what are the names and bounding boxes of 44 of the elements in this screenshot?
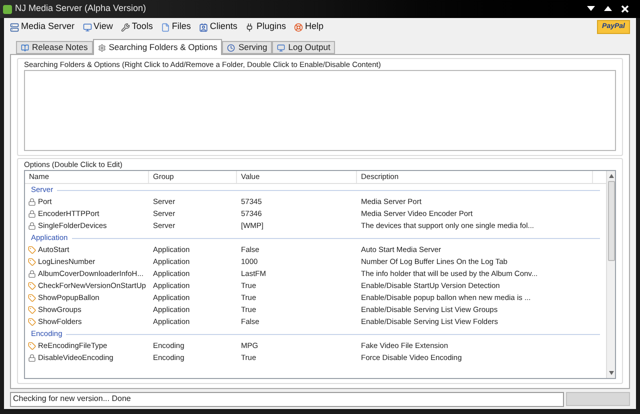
lock-icon <box>28 210 36 218</box>
close-icon[interactable] <box>621 5 629 13</box>
menu-item[interactable]: Clients <box>198 20 238 34</box>
lock-icon <box>28 198 36 206</box>
scroll-thumb[interactable] <box>608 181 614 261</box>
menu-item[interactable]: Files <box>160 20 191 34</box>
menu-item[interactable]: Plugins <box>245 20 286 34</box>
monitor-icon <box>82 22 92 32</box>
menu-item[interactable]: Tools <box>120 20 153 34</box>
lock-icon <box>28 270 36 278</box>
gear-icon <box>98 44 106 52</box>
status-text: Checking for new version... Done <box>13 393 131 405</box>
file-icon <box>160 22 170 32</box>
tag-icon <box>28 342 36 350</box>
book-icon <box>21 44 29 52</box>
lock-icon <box>28 354 36 362</box>
maximize-icon[interactable] <box>604 6 612 12</box>
lock-icon <box>28 222 36 230</box>
menu-item[interactable]: Help <box>294 20 324 34</box>
server-icon <box>10 22 19 32</box>
tag-icon <box>28 282 36 290</box>
plug-icon <box>245 22 254 32</box>
scrollbar[interactable] <box>606 171 615 378</box>
window-title: NJ Media Server (Alpha Version) <box>15 2 146 16</box>
tab[interactable]: Release Notes <box>16 41 93 54</box>
tag-icon <box>28 294 36 302</box>
tab[interactable]: Serving <box>222 41 272 54</box>
lifebuoy-icon <box>294 22 303 32</box>
scroll-down-icon[interactable] <box>608 371 614 375</box>
minimize-icon[interactable] <box>587 6 595 12</box>
tag-icon <box>28 318 36 326</box>
clock-icon <box>227 44 236 52</box>
tab[interactable]: Searching Folders & Options <box>92 39 222 55</box>
menu-item[interactable]: Media Server <box>10 20 75 34</box>
menu-item[interactable]: View <box>82 20 113 34</box>
app-logo-icon <box>3 4 12 14</box>
monitor-icon <box>277 44 286 52</box>
tab[interactable]: Log Output <box>272 41 336 54</box>
scroll-up-icon[interactable] <box>608 174 614 178</box>
contact-card-icon <box>198 22 208 32</box>
wrench-icon <box>120 22 130 32</box>
tag-icon <box>28 258 36 266</box>
tag-icon <box>28 306 36 314</box>
tag-icon <box>28 246 36 254</box>
